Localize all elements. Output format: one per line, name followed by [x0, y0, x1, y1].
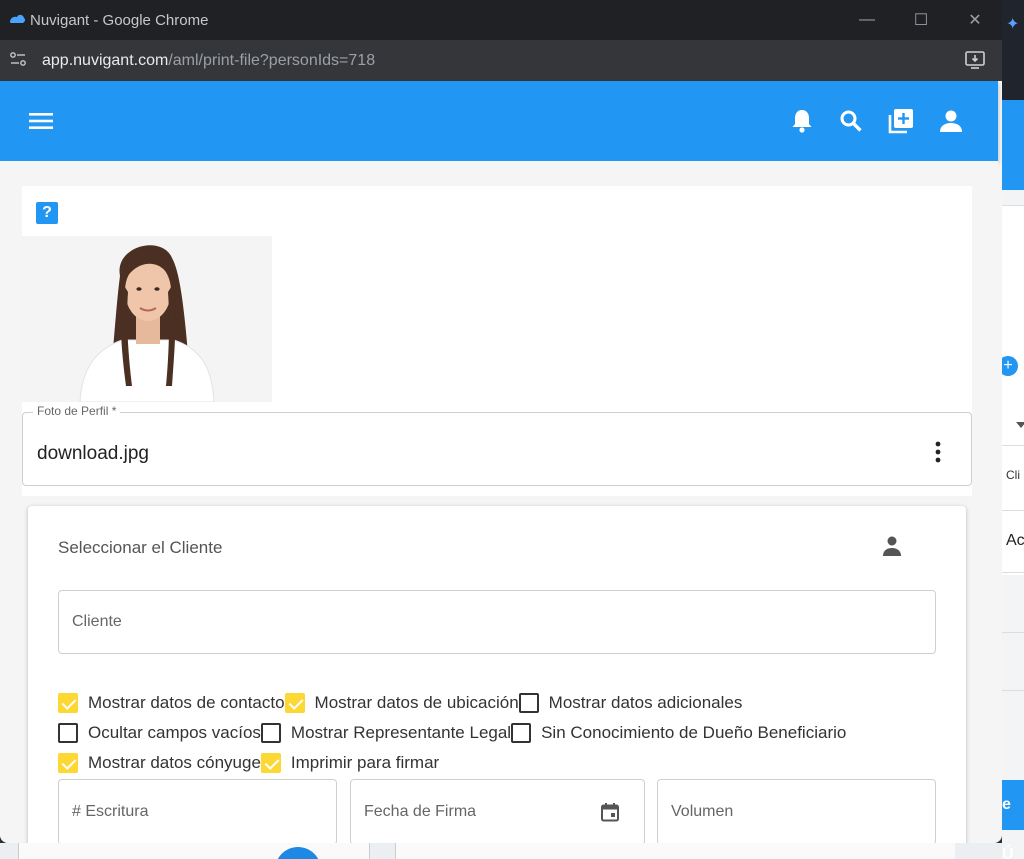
url-path: /aml/print-file?personIds=718: [168, 51, 376, 69]
url-host: app.nuvigant.com: [42, 51, 169, 69]
document-fields-row: # Escritura Fecha de Firma Volumen: [58, 779, 936, 843]
profile-photo-filename: download.jpg: [37, 443, 149, 464]
background-divider: [1002, 690, 1024, 691]
background-card: [395, 843, 955, 859]
background-app-logo-icon: ✦: [1006, 16, 1020, 33]
checkbox-checked-icon[interactable]: [284, 693, 305, 713]
site-settings-icon[interactable]: [10, 52, 30, 69]
address-bar[interactable]: app.nuvigant.com/aml/print-file?personId…: [0, 40, 1002, 81]
background-app-panel: [1002, 205, 1024, 575]
background-text-2: Ac: [1006, 532, 1024, 549]
checkbox-label: Mostrar datos cónyuge: [88, 753, 261, 772]
account-icon[interactable]: [937, 107, 965, 135]
checkbox-no-beneficial-owner[interactable]: Sin Conocimiento de Dueño Beneficiario: [511, 723, 846, 743]
background-text-1: Cli: [1006, 468, 1020, 482]
checkbox-print-to-sign[interactable]: Imprimir para firmar: [260, 753, 440, 773]
volume-input[interactable]: Volumen: [657, 779, 936, 843]
options-row: Mostrar datos cónyuge Imprimir para firm…: [58, 748, 846, 778]
client-input[interactable]: Cliente: [58, 590, 936, 654]
background-chevron-down-icon[interactable]: [1016, 422, 1024, 428]
maximize-icon[interactable]: ☐: [894, 0, 948, 40]
hamburger-menu-icon[interactable]: [28, 109, 54, 133]
signature-date-input[interactable]: Fecha de Firma: [350, 779, 645, 843]
checkbox-hide-empty[interactable]: Ocultar campos vacíos: [58, 723, 261, 743]
checkbox-label: Imprimir para firmar: [290, 753, 440, 772]
checkbox-checked-icon[interactable]: [58, 693, 78, 713]
person-icon[interactable]: [880, 534, 904, 558]
checkbox-show-additional[interactable]: Mostrar datos adicionales: [518, 693, 743, 713]
checkbox-label: Mostrar Representante Legal: [290, 723, 512, 742]
notifications-bell-icon[interactable]: [788, 107, 816, 135]
background-app-window: ✦ + Cli Ac e Ú: [1002, 0, 1024, 859]
more-vert-icon[interactable]: [935, 441, 941, 463]
checkbox-unchecked-icon[interactable]: [511, 723, 532, 743]
browser-window: Nuvigant - Google Chrome — ☐ ✕ app.nuvig…: [0, 0, 1002, 843]
add-box-icon[interactable]: [887, 107, 915, 135]
checkbox-label: Mostrar datos adicionales: [548, 693, 743, 712]
window-titlebar: Nuvigant - Google Chrome — ☐ ✕: [0, 0, 1002, 40]
background-divider: [1002, 510, 1024, 511]
background-divider: [1002, 445, 1024, 446]
checkbox-checked-icon[interactable]: [260, 753, 281, 773]
checkbox-label: Mostrar datos de ubicación: [314, 693, 519, 712]
client-section-heading: Seleccionar el Cliente: [58, 538, 223, 557]
escritura-input[interactable]: # Escritura: [58, 779, 337, 843]
client-selection-card: Seleccionar el Cliente Cliente Mostrar d…: [28, 506, 966, 843]
url-text[interactable]: app.nuvigant.com/aml/print-file?personId…: [42, 52, 375, 70]
checkbox-unchecked-icon[interactable]: [260, 723, 281, 743]
background-action-button[interactable]: e Ú: [1002, 780, 1024, 859]
options-row: Ocultar campos vacíos Mostrar Representa…: [58, 718, 846, 748]
checkbox-unchecked-icon[interactable]: [58, 723, 78, 743]
background-divider: [1002, 572, 1024, 573]
checkbox-label: Sin Conocimiento de Dueño Beneficiario: [541, 723, 847, 742]
profile-photo-label: Foto de Perfil *: [33, 404, 121, 418]
app-toolbar: [0, 81, 998, 161]
background-app-header: [1002, 100, 1024, 190]
checkbox-checked-icon[interactable]: [58, 753, 78, 773]
background-bottom-strip: [0, 843, 1002, 859]
background-divider: [1002, 632, 1024, 633]
checkbox-show-contact[interactable]: Mostrar datos de contacto: [58, 693, 285, 713]
checkbox-unchecked-icon[interactable]: [518, 693, 539, 713]
checkbox-show-spouse[interactable]: Mostrar datos cónyuge: [58, 753, 261, 773]
calendar-icon[interactable]: [600, 802, 620, 822]
checkbox-label: Ocultar campos vacíos: [88, 723, 261, 742]
close-icon[interactable]: ✕: [948, 0, 1002, 40]
main-content: ? Foto de Perfil * download.jpg Seleccio…: [0, 161, 998, 843]
profile-photo: [22, 236, 272, 402]
checkbox-show-legal-rep[interactable]: Mostrar Representante Legal: [260, 723, 512, 743]
options-row: Mostrar datos de contacto Mostrar datos …: [58, 688, 846, 718]
print-options: Mostrar datos de contacto Mostrar datos …: [58, 688, 846, 778]
profile-photo-field[interactable]: Foto de Perfil * download.jpg: [22, 404, 972, 486]
minimize-icon[interactable]: —: [840, 0, 894, 40]
checkbox-show-location[interactable]: Mostrar datos de ubicación: [284, 693, 519, 713]
checkbox-label: Mostrar datos de contacto: [88, 693, 285, 712]
window-title: Nuvigant - Google Chrome: [30, 11, 209, 29]
nuvigant-logo-icon: [8, 11, 26, 29]
signature-date-placeholder: Fecha de Firma: [364, 803, 477, 820]
search-icon[interactable]: [837, 107, 865, 135]
help-icon[interactable]: ?: [36, 202, 58, 224]
install-app-icon[interactable]: [964, 50, 986, 70]
